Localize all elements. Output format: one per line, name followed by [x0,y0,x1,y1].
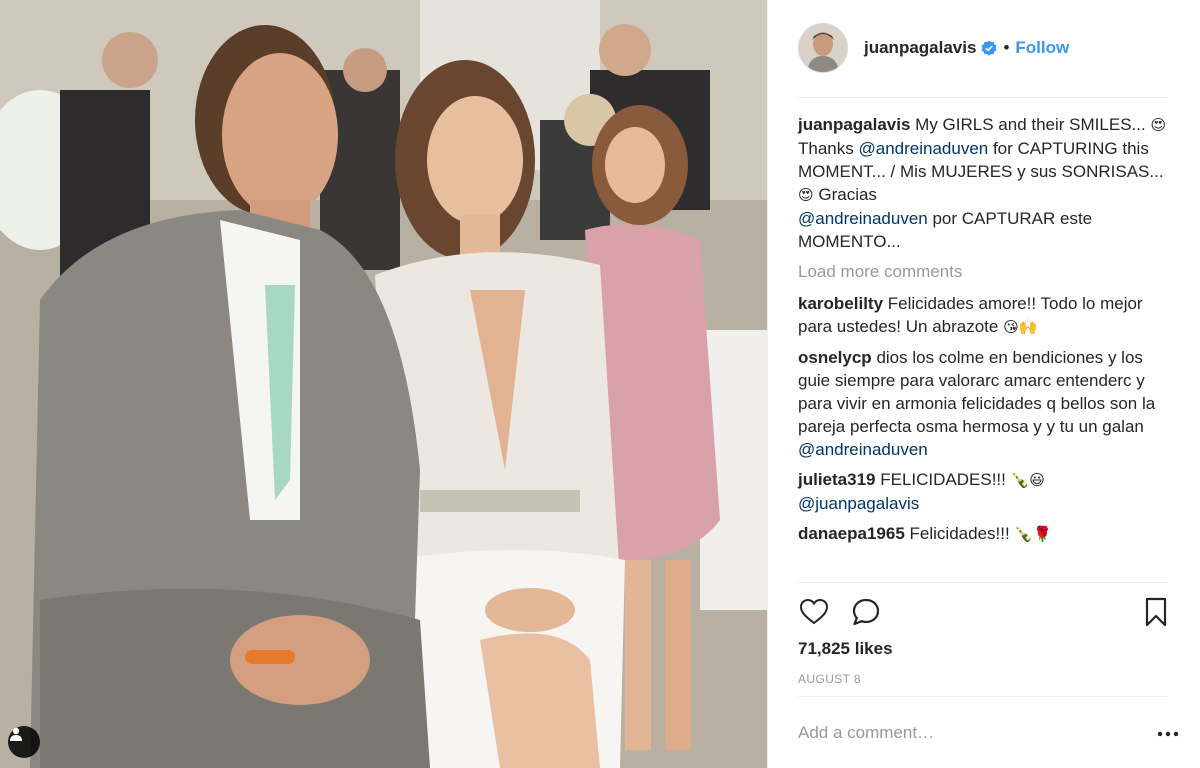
post-side-panel: juanpagalavis • Follow juanpagalavis My … [767,0,1200,768]
follow-button[interactable]: Follow [1015,38,1069,58]
post-header: juanpagalavis • Follow [798,21,1168,75]
comment-username[interactable]: osnelycp [798,348,872,367]
post-author-username[interactable]: juanpagalavis [864,38,976,58]
add-comment-input[interactable] [798,718,1098,748]
list-item: julieta319 FELICIDADES!!! 🍾😃 @juanpagalav… [798,468,1168,515]
bookmark-icon[interactable] [1140,596,1172,628]
comment-mention[interactable]: @juanpagalavis [798,494,919,513]
list-item: osnelycp dios los colme en bendiciones y… [798,346,1168,461]
caption-mention-2[interactable]: @andreinaduven [798,209,928,228]
comment-text: Felicidades!!! [909,524,1015,543]
comment-username[interactable]: julieta319 [798,470,876,489]
caption-mention-1[interactable]: @andreinaduven [858,139,988,158]
list-item: danaepa1965 Felicidades!!! 🍾🌹 [798,522,1168,546]
person-tag-icon[interactable] [8,726,40,758]
comment-username[interactable]: karobelilty [798,294,883,313]
heart-eyes-emoji: 😍 [1150,117,1167,134]
comment-emoji: 🍾😃 [1010,472,1045,489]
comments-list: juanpagalavis My GIRLS and their SMILES.… [798,113,1168,553]
comment-text: FELICIDADES!!! [880,470,1011,489]
caption-text-4: Gracias [813,185,877,204]
header-divider [798,97,1168,98]
comment-username[interactable]: danaepa1965 [798,524,905,543]
post-photo[interactable] [0,0,767,768]
caption: juanpagalavis My GIRLS and their SMILES.… [798,113,1168,253]
caption-text-2: Thanks [798,139,859,158]
load-more-comments-button[interactable]: Load more comments [798,260,1168,283]
comment-input-divider [798,696,1168,697]
caption-text-1: My GIRLS and their SMILES... [915,115,1151,134]
list-item: karobelilty Felicidades amore!! Todo lo … [798,292,1168,339]
likes-count[interactable]: 71,825 likes [798,639,893,659]
wedding-photo-illustration [0,0,767,768]
header-separator-dot: • [1003,38,1010,57]
comment-emoji: 😘🙌 [1003,319,1038,336]
verified-badge-icon [982,40,997,56]
heart-eyes-emoji: 😍 [798,187,814,204]
actions-divider [798,582,1168,583]
ellipsis-icon[interactable] [1156,724,1180,744]
post-actions-bar [798,596,1168,628]
caption-username[interactable]: juanpagalavis [798,115,910,134]
comment-emoji: 🍾🌹 [1014,526,1052,543]
comment-mention[interactable]: @andreinaduven [798,440,928,459]
speech-bubble-icon[interactable] [850,596,882,628]
heart-icon[interactable] [798,596,830,628]
avatar[interactable] [798,23,848,73]
post-date[interactable]: AUGUST 8 [798,672,861,686]
